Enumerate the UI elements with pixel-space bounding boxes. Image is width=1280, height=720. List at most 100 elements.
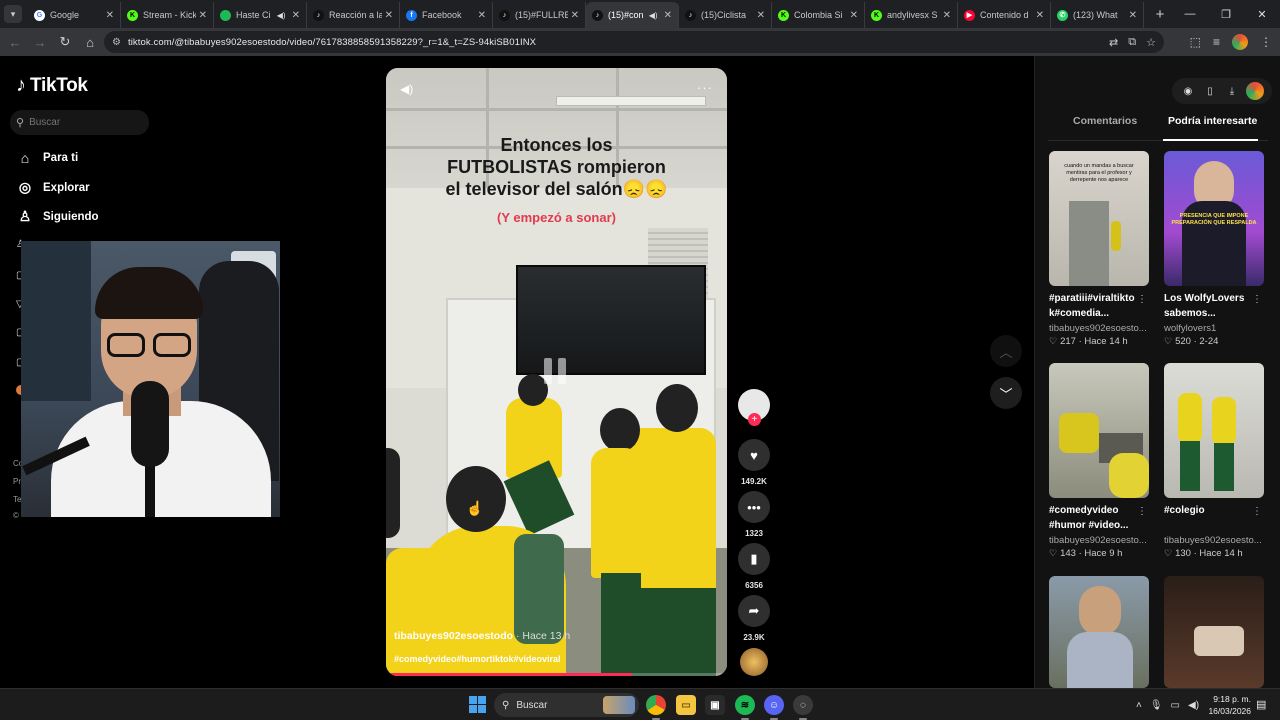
file-explorer-icon[interactable]: ▭ [676,695,696,715]
forward-icon[interactable]: → [28,30,52,54]
discord-icon[interactable]: ☺ [764,695,784,720]
microphone-icon[interactable]: 🎙︎ [1150,700,1163,711]
heart-icon[interactable]: ♥ [738,439,770,471]
store-icon[interactable]: ▣ [705,695,725,715]
creator-avatar[interactable]: + [738,389,770,426]
card-title[interactable]: #colegio [1164,503,1264,533]
volume-icon[interactable]: ◀) [1188,700,1199,711]
card-author[interactable]: tibabuyes902esoesto... [1164,535,1264,546]
new-tab-button[interactable]: + [1148,2,1172,26]
home-icon[interactable]: ⌂ [78,30,102,54]
url-text[interactable]: tiktok.com/@tibabuyes902esoestodo/video/… [128,37,536,48]
obs-icon[interactable]: ◌ [793,695,813,720]
browser-tab[interactable]: Kandylivesx S ✕ [865,2,958,28]
tab-suggested[interactable]: Podría interesarte [1168,115,1257,127]
suggested-video-card[interactable]: cuando un mandas a buscar mentiras para … [1049,151,1149,347]
suggested-video-card[interactable]: #comedyvideo #humor #video... ⋮ tibabuye… [1049,363,1149,559]
card-author[interactable]: wolfylovers1 [1164,323,1264,334]
clock[interactable]: 9:18 p. m. 16/03/2026 [1207,693,1251,717]
suggested-video-card[interactable]: #colegio ⋮ tibabuyes902esoesto... ♡ 130 ·… [1164,363,1264,559]
back-icon[interactable]: ← [3,30,27,54]
profile-avatar-icon[interactable] [1232,34,1248,50]
video-progress-bar[interactable] [386,673,727,676]
author-name[interactable]: tibabuyes902esoestodo [394,630,513,642]
taskbar-search[interactable]: ⚲ Buscar [494,693,639,717]
browser-tab[interactable]: ♪ (15)#con ◀) ✕ [586,2,679,28]
search-box[interactable]: ⚲ [10,110,149,135]
tab-comments[interactable]: Comentarios [1073,115,1137,127]
tiktok-logo[interactable]: ♪ TikTok [16,74,88,97]
previous-video-button[interactable]: ︿ [990,335,1022,367]
card-title[interactable]: #paratiii#viraltikto k#comedia... [1049,291,1149,321]
video-author[interactable]: tibabuyes902esoestodo · Hace 13 h [394,630,570,642]
extensions-icon[interactable]: ⬚ [1190,35,1201,49]
follow-plus-icon[interactable]: + [748,413,761,426]
card-author[interactable]: tibabuyes902esoesto... [1049,535,1149,546]
spotify-icon[interactable]: ≋ [735,695,755,720]
browser-tab[interactable]: K Colombia Si ✕ [772,2,865,28]
explore-icon[interactable]: ◉ [1180,86,1196,97]
video-thumbnail[interactable]: PRESENCIA QUE IMPONE PREPARACIÓN QUE RES… [1164,151,1264,286]
tray-overflow-icon[interactable]: ˄ [1136,700,1142,711]
video-thumbnail[interactable]: cuando un mandas a buscar mentiras para … [1049,151,1149,286]
browser-tab[interactable]: K Stream - Kick ✕ [121,2,214,28]
suggested-video-card[interactable] [1164,576,1264,688]
search-input[interactable] [29,117,140,128]
card-author[interactable]: tibabuyes902esoesto... [1049,323,1149,334]
more-icon[interactable]: ⋮ [1252,506,1262,517]
save-action[interactable]: ▮ 6356 [738,543,770,590]
nav-for-you[interactable]: ⌂ Para ti [16,150,78,166]
browser-tab[interactable]: f Facebook ✕ [400,2,493,28]
more-options-icon[interactable]: ··· [697,80,713,95]
phone-icon[interactable]: ▯ [1202,86,1218,97]
video-hashtags[interactable]: #comedyvideo#humortiktok#videoviral [394,654,561,664]
bookmark-star-icon[interactable]: ☆ [1146,36,1156,49]
reload-icon[interactable]: ↻ [53,30,77,54]
browser-tab[interactable]: Haste Ci ◀) ✕ [214,2,307,28]
pause-icon[interactable] [544,358,572,386]
comment-action[interactable]: ••• 1323 [738,491,770,538]
browser-tab[interactable]: ✆ (123) What ✕ [1051,2,1144,28]
music-disc-icon[interactable] [740,648,768,676]
close-tab-icon[interactable]: ✕ [664,10,672,21]
suggested-video-card[interactable]: PRESENCIA QUE IMPONE PREPARACIÓN QUE RES… [1164,151,1264,347]
close-tab-icon[interactable]: ✕ [1129,10,1137,21]
close-window-icon[interactable]: ✕ [1244,0,1280,28]
site-info-icon[interactable]: ⚙ [112,37,121,48]
restore-icon[interactable]: ❐ [1208,0,1244,28]
menu-icon[interactable]: ⋮ [1260,35,1272,49]
more-icon[interactable]: ⋮ [1137,294,1147,305]
network-icon[interactable]: ▭ [1171,700,1180,711]
card-title[interactable]: #comedyvideo #humor #video... [1049,503,1149,533]
close-tab-icon[interactable]: ✕ [850,10,858,21]
address-bar[interactable]: ⚙ tiktok.com/@tibabuyes902esoestodo/vide… [104,31,1164,53]
browser-tab[interactable]: ♪ (15)Ciclista ✕ [679,2,772,28]
notification-icon[interactable]: ▤ [1256,698,1266,711]
video-thumbnail[interactable] [1049,363,1149,498]
close-tab-icon[interactable]: ✕ [1036,10,1044,21]
browser-tab[interactable]: ▶ Contenido d ✕ [958,2,1051,28]
close-tab-icon[interactable]: ✕ [478,10,486,21]
close-tab-icon[interactable]: ✕ [757,10,765,21]
footer-link[interactable]: Pr [13,477,21,486]
tab-search-button[interactable]: ▾ [4,5,22,23]
close-tab-icon[interactable]: ✕ [385,10,393,21]
browser-tab[interactable]: ♪ Reacción a la ✕ [307,2,400,28]
tab-audio-icon[interactable]: ◀) [277,11,286,20]
next-video-button[interactable]: ﹀ [990,377,1022,409]
video-thumbnail[interactable] [1164,363,1264,498]
minimize-icon[interactable]: — [1172,0,1208,28]
close-tab-icon[interactable]: ✕ [199,10,207,21]
like-action[interactable]: ♥ 149.2K [738,439,770,486]
suggested-video-card[interactable] [1049,576,1149,688]
comment-icon[interactable]: ••• [738,491,770,523]
video-player[interactable]: Entonces los FUTBOLISTAS rompieron el te… [386,68,727,676]
translate-icon[interactable]: ⇄ [1109,36,1118,49]
close-tab-icon[interactable]: ✕ [292,10,300,21]
share-action[interactable]: ➦ 23.9K [738,595,770,642]
media-control-icon[interactable]: ≡ [1213,35,1220,49]
video-thumbnail[interactable] [1049,576,1149,688]
close-tab-icon[interactable]: ✕ [571,10,579,21]
nav-following[interactable]: ♙ Siguiendo [16,208,99,225]
nav-explore[interactable]: ◎ Explorar [16,179,90,196]
